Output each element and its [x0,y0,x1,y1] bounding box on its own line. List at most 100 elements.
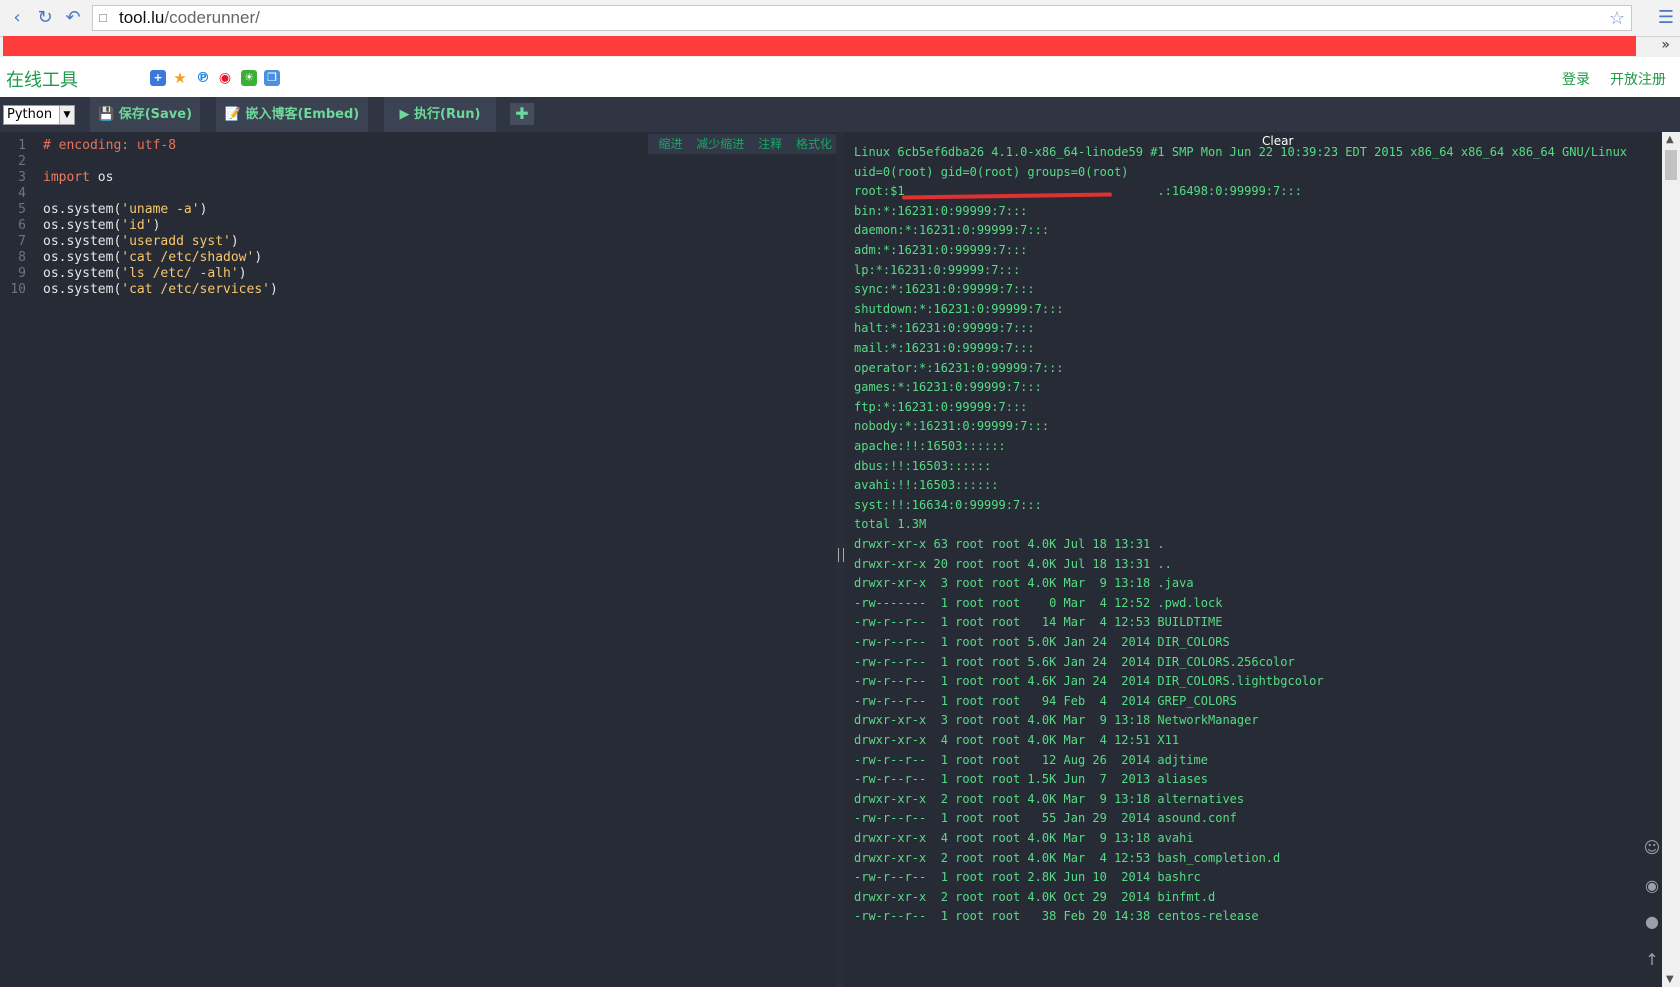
output-line: -rw-r--r-- 1 root root 5.0K Jan 24 2014 … [854,635,1230,649]
bookmarks-overflow-button[interactable]: » [1661,37,1670,53]
output-line: shutdown:*:16231:0:99999:7::: [854,301,1064,316]
output-line: dbus:!!:16503:::::: [854,458,992,473]
share-plus-icon[interactable]: + [150,70,166,86]
indent-button[interactable]: 缩进 [658,137,682,151]
ad-banner[interactable] [3,36,1636,56]
weibo-icon[interactable]: ◉ [1642,876,1662,896]
output-line: drwxr-xr-x 2 root root 4.0K Mar 4 12:53 … [854,850,1281,865]
output-line: drwxr-xr-x 3 root root 4.0K Mar 9 13:18 … [854,713,1259,728]
line-number: 9 [18,266,26,281]
code-fn: os.system( [43,282,122,297]
output-line: -rw-r--r-- 1 root root 14 Mar 4 12:53 BU… [854,615,1223,630]
line-number: 7 [18,234,26,249]
output-line: adm:*:16231:0:99999:7::: [854,243,1028,257]
embed-button[interactable]: 📝 嵌入博客(Embed) [216,97,368,132]
run-button[interactable]: ▶ 执行(Run) [384,97,496,132]
share-copy-icon[interactable]: ❐ [264,70,280,86]
code-text: os.system('cat /etc/services') [43,282,278,298]
code-fn: os.system( [43,266,122,281]
output-line: daemon:*:16231:0:99999:7::: [854,223,1050,238]
register-link[interactable]: 开放注册 [1610,69,1666,89]
output-line: Linux 6cb5ef6dba26 4.1.0-x86_64-linode59… [854,145,1628,159]
page-icon: □ [99,10,107,25]
output-scrollbar[interactable]: ▲ ▼ [1662,132,1680,987]
output-line: halt:*:16231:0:99999:7::: [854,321,1035,336]
output-line: drwxr-xr-x 3 root root 4.0K Mar 9 13:18 … [854,576,1194,591]
output-line: -rw-r--r-- 1 root root 2.8K Jun 10 2014 … [854,870,1201,885]
code-line: 9 os.system('ls /etc/ -alh') [0,266,246,282]
line-number: 10 [10,282,26,297]
code-line: 4 [0,186,26,202]
code-paren: ) [230,234,239,249]
site-logo[interactable]: 在线工具 [6,66,78,92]
output-line: -rw-r--r-- 1 root root 12 Aug 26 2014 ad… [854,752,1209,767]
format-button[interactable]: 格式化 [796,137,832,151]
output-line: lp:*:16231:0:99999:7::: [854,262,1021,277]
language-select-value: Python [7,107,53,122]
editor-actions: 缩进 减少缩进 注释 格式化 [648,134,836,154]
code-string: 'ls /etc/ -alh' [121,266,239,281]
output-line: -rw-r--r-- 1 root root 94 Feb 4 2014 GRE… [854,693,1237,708]
output-panel: Clear Linux 6cb5ef6dba26 4.1.0-x86_64-li… [844,132,1662,987]
output-line: ftp:*:16231:0:99999:7::: [854,399,1028,414]
line-number: 4 [18,186,26,201]
output-line: sync:*:16231:0:99999:7::: [854,282,1035,297]
output-line: mail:*:16231:0:99999:7::: [854,341,1035,355]
output-line: drwxr-xr-x 4 root root 4.0K Mar 4 12:51 … [854,733,1180,747]
save-button[interactable]: 💾 保存(Save) [90,97,200,132]
line-number: 1 [18,138,26,153]
login-link[interactable]: 登录 [1562,69,1590,89]
comment-button[interactable]: 注释 [758,137,782,151]
add-button[interactable]: ✚ [510,103,534,125]
line-number: 2 [18,154,26,169]
code-paren: ) [238,266,247,281]
code-fn: os.system( [43,202,122,217]
line-number: 5 [18,202,26,217]
browser-chrome: ‹ ↻ ↶ □ tool.lu/coderunner/ ☆ ☰ [0,0,1680,37]
code-line: 1 # encoding: utf-8 [0,138,176,154]
code-text: os.system('uname -a') [43,202,207,218]
code-line: 7 os.system('useradd syst') [0,234,239,250]
site-header: 在线工具 + ★ ℗ ◉ ☀ ❐ 登录 开放注册 [0,57,1680,97]
scroll-thumb[interactable] [1665,150,1677,180]
code-paren: ) [152,218,161,233]
github-icon[interactable]: ● [1642,912,1662,932]
output-line: drwxr-xr-x 2 root root 4.0K Mar 9 13:18 … [854,791,1245,806]
code-fn: os.system( [43,250,122,265]
output-line: -rw-r--r-- 1 root root 38 Feb 20 14:38 c… [854,909,1259,924]
code-line: 6 os.system('id') [0,218,160,234]
url-text: tool.lu/coderunner/ [119,8,260,27]
scroll-down-icon[interactable]: ▼ [1666,974,1674,985]
undo-icon[interactable]: ↶ [62,7,84,29]
line-number: 6 [18,218,26,233]
address-bar[interactable]: □ tool.lu/coderunner/ ☆ [92,5,1632,31]
qq-icon[interactable]: ☺ [1642,838,1662,858]
code-text: os.system('ls /etc/ -alh') [43,266,247,282]
output-line: nobody:*:16231:0:99999:7::: [854,419,1050,434]
output-line: drwxr-xr-x 20 root root 4.0K Jul 18 13:3… [854,556,1172,571]
code-text: os.system('id') [43,218,160,234]
outdent-button[interactable]: 减少缩进 [696,137,744,151]
output-line: total 1.3M [854,517,927,532]
reload-icon[interactable]: ↻ [34,7,56,29]
code-text: # encoding: utf-8 [43,138,177,153]
share-star-icon[interactable]: ★ [172,70,188,86]
back-to-top-icon[interactable]: ↑ [1642,950,1662,970]
line-number: 8 [18,250,26,265]
output-line: uid=0(root) gid=0(root) groups=0(root) [854,164,1129,179]
bookmark-star-icon[interactable]: ☆ [1609,6,1625,30]
share-wechat-icon[interactable]: ☀ [241,70,257,86]
line-number: 3 [18,170,26,185]
code-line: 3 import os [0,170,113,186]
menu-icon[interactable]: ☰ [1658,7,1674,28]
language-select[interactable]: Python ▼ [3,105,75,125]
share-p-icon[interactable]: ℗ [195,70,211,86]
chevron-down-icon: ▼ [59,106,74,124]
scroll-up-icon[interactable]: ▲ [1666,134,1674,145]
share-weibo-icon[interactable]: ◉ [217,70,233,86]
code-editor[interactable]: 缩进 减少缩进 注释 格式化 1 # encoding: utf-8 2 3 impor… [0,132,836,987]
output-line: drwxr-xr-x 2 root root 4.0K Oct 29 2014 … [854,889,1216,904]
code-string: 'uname -a' [121,202,200,217]
back-icon[interactable]: ‹ [6,7,28,29]
output-line: syst:!!:16634:0:99999:7::: [854,497,1042,512]
